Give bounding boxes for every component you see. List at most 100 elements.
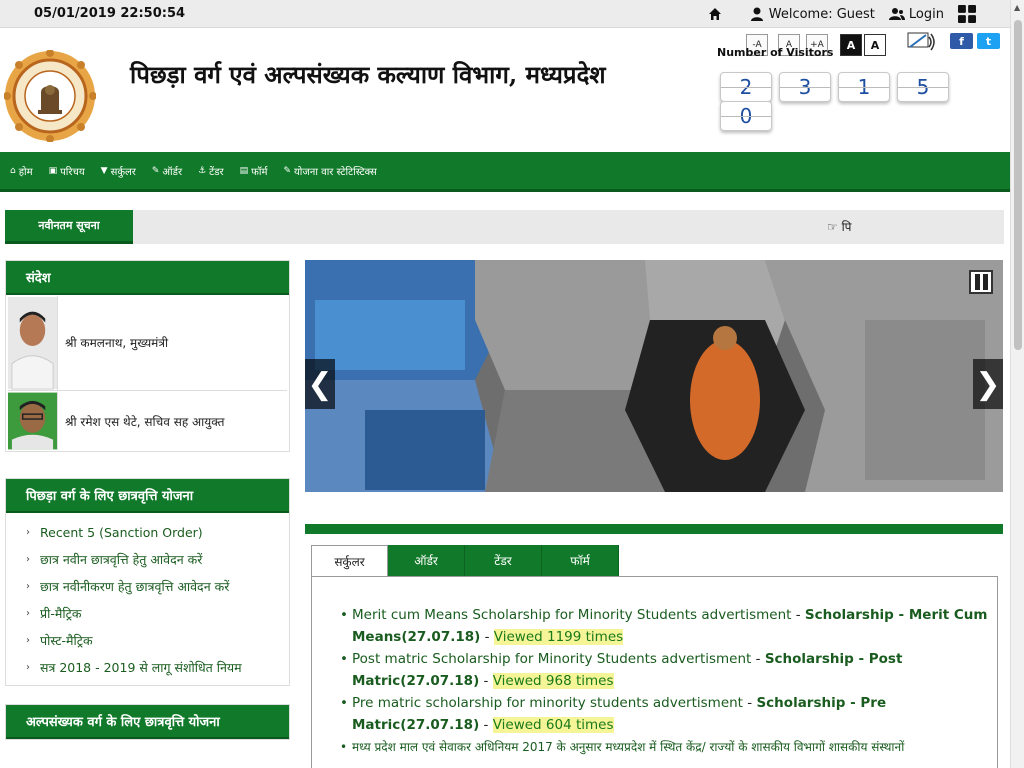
obc-scholarship-panel: पिछड़ा वर्ग के लिए छात्रवृत्ति योजना › Re… xyxy=(5,478,290,686)
left-sidebar: संदेश श्री कमलनाथ, मुख्यमंत्री श्री रमेश… xyxy=(5,260,290,752)
visitor-digit: 3 xyxy=(779,72,831,102)
list-item: मध्य प्रदेश माल एवं सेवाकर अधिनियम 2017 … xyxy=(340,736,992,758)
chevron-right-icon: › xyxy=(26,608,30,619)
slider-image xyxy=(305,260,1003,492)
latest-news-bar: नवीनतम सूचना ☞ पि xyxy=(5,210,1004,244)
grid-menu-icon[interactable] xyxy=(958,5,976,23)
view-count: Viewed 604 times xyxy=(492,717,614,733)
person-photo xyxy=(8,295,58,390)
nav-item-label: होम xyxy=(18,166,33,178)
person-photo xyxy=(8,392,58,450)
nav-item-circular[interactable]: ▼ सर्कुलर xyxy=(101,164,136,178)
latest-news-tag: नवीनतम सूचना xyxy=(5,210,133,244)
image-slider: ❮ ❯ xyxy=(305,260,1003,492)
circular-list: Merit cum Means Scholarship for Minority… xyxy=(340,604,992,758)
scroll-up-icon[interactable]: ▲ xyxy=(1014,3,1020,12)
panel-title: संदेश xyxy=(6,261,289,295)
separator: - xyxy=(484,629,494,645)
obc-scholarship-list: › Recent 5 (Sanction Order) › छात्र नवीन छ… xyxy=(6,513,289,685)
top-right-links: Welcome: Guest Login xyxy=(707,5,976,23)
slider-next-button[interactable]: ❯ xyxy=(973,359,1003,409)
nav-item-form[interactable]: ▤ फॉर्म xyxy=(240,164,268,178)
visitors-label: Number of Visitors xyxy=(717,46,834,59)
circular-title[interactable]: Post matric Scholarship for Minority Stu… xyxy=(352,651,751,667)
nav-item-tender[interactable]: ⚓ टेंडर xyxy=(198,164,224,178)
normal-contrast-button[interactable]: A xyxy=(864,34,886,56)
separator: - xyxy=(795,607,805,623)
list-item-label: पोस्ट-मैट्रिक xyxy=(40,633,93,648)
list-item: Post matric Scholarship for Minority Stu… xyxy=(340,648,992,692)
high-contrast-button[interactable]: A xyxy=(840,34,862,56)
top-bar: 05/01/2019 22:50:54 Welcome: Guest Login xyxy=(0,0,1010,28)
nav-item-statistics[interactable]: ✎ योजना वार स्टेटिस्टिक्स xyxy=(283,164,376,178)
tab-form[interactable]: फॉर्म xyxy=(542,545,619,576)
list-item-label: प्री-मैट्रिक xyxy=(40,606,82,621)
circular-title[interactable]: मध्य प्रदेश माल एवं सेवाकर अधिनियम 2017 … xyxy=(352,740,904,754)
nav-item-label: फॉर्म xyxy=(251,166,268,178)
list-item[interactable]: › प्री-मैट्रिक xyxy=(6,600,289,627)
list-item[interactable]: › पोस्ट-मैट्रिक xyxy=(6,627,289,654)
circular-title[interactable]: Pre matric scholarship for minority stud… xyxy=(352,695,743,711)
list-item-label: छात्र नवीनीकरण हेतु छात्रवृत्ति आवेदन कर… xyxy=(40,579,230,594)
view-count: Viewed 968 times xyxy=(492,673,614,689)
list-item[interactable]: › Recent 5 (Sanction Order) xyxy=(6,519,289,546)
scrollbar-thumb[interactable] xyxy=(1014,20,1022,350)
datetime: 05/01/2019 22:50:54 xyxy=(34,6,186,21)
nav-item-home[interactable]: ⌂ होम xyxy=(10,164,33,178)
main-nav: ⌂ होम ▣ परिचय ▼ सर्कुलर ✎ ऑर्डर ⚓ टेंडर ▤ फॉर्… xyxy=(0,152,1010,192)
welcome-text: Welcome: Guest xyxy=(768,6,875,22)
form-icon: ▤ xyxy=(239,165,249,176)
mp-emblem-logo xyxy=(4,50,96,142)
pause-bar xyxy=(974,274,980,290)
nav-item-order[interactable]: ✎ ऑर्डर xyxy=(152,164,182,178)
nav-item-label: ऑर्डर xyxy=(162,166,183,178)
login-users-icon[interactable] xyxy=(888,6,905,22)
tab-order[interactable]: ऑर्डर xyxy=(388,545,465,576)
screen-reader-icon[interactable] xyxy=(907,31,937,53)
anchor-icon: ⚓ xyxy=(198,165,207,176)
list-item-label: सत्र 2018 - 2019 से लागू संशोधित नियम xyxy=(40,660,242,675)
minority-scholarship-panel: अल्पसंख्यक वर्ग के लिए छात्रवृत्ति योजना xyxy=(5,704,290,740)
list-item[interactable]: › छात्र नवीनीकरण हेतु छात्रवृत्ति आवेदन क… xyxy=(6,573,289,600)
news-ticker-text: पि xyxy=(841,220,852,234)
view-count: Viewed 1199 times xyxy=(493,629,624,645)
nav-item-introduction[interactable]: ▣ परिचय xyxy=(49,164,85,178)
list-item[interactable]: › सत्र 2018 - 2019 से लागू संशोधित नियम xyxy=(6,654,289,681)
separator: - xyxy=(483,673,493,689)
news-ticker[interactable]: ☞ पि xyxy=(827,218,852,235)
nav-item-label: योजना वार स्टेटिस्टिक्स xyxy=(294,166,377,178)
filter-icon: ▼ xyxy=(100,165,108,176)
site-header: पिछड़ा वर्ग एवं अल्पसंख्यक कल्याण विभाग,… xyxy=(0,28,1010,152)
hand-point-icon: ☞ xyxy=(827,220,842,234)
page-scrollbar[interactable]: ▲ xyxy=(1010,0,1024,768)
twitter-icon[interactable]: t xyxy=(977,33,1000,49)
list-item-label: छात्र नवीन छात्रवृत्ति हेतु आवेदन करें xyxy=(40,552,203,567)
tab-tender[interactable]: टेंडर xyxy=(465,545,542,576)
pencil-icon: ✎ xyxy=(151,165,160,176)
id-card-icon: ▣ xyxy=(48,165,58,176)
list-item[interactable]: › छात्र नवीन छात्रवृत्ति हेतु आवेदन करें xyxy=(6,546,289,573)
visitor-digit: 2 xyxy=(720,72,772,102)
login-link[interactable]: Login xyxy=(909,7,944,22)
circular-title[interactable]: Merit cum Means Scholarship for Minority… xyxy=(352,607,791,623)
visitor-digit: 5 xyxy=(897,72,949,102)
pause-bar xyxy=(982,274,988,290)
separator: - xyxy=(755,651,765,667)
person-card[interactable]: श्री कमलनाथ, मुख्यमंत्री xyxy=(8,295,287,391)
home-icon[interactable] xyxy=(707,6,723,22)
slider-prev-button[interactable]: ❮ xyxy=(305,359,335,409)
visitor-digit: 0 xyxy=(720,101,772,131)
nav-item-label: सर्कुलर xyxy=(110,166,136,178)
slider-pause-button[interactable] xyxy=(969,270,993,294)
person-card[interactable]: श्री रमेश एस थेटे, सचिव सह आयुक्त xyxy=(8,391,287,451)
content-tabs: सर्कुलर ऑर्डर टेंडर फॉर्म xyxy=(311,545,619,576)
home-icon: ⌂ xyxy=(10,165,16,176)
pencil-icon: ✎ xyxy=(283,165,291,176)
facebook-icon[interactable]: f xyxy=(950,33,973,49)
person-name: श्री कमलनाथ, मुख्यमंत्री xyxy=(65,336,169,350)
visitor-digit: 1 xyxy=(838,72,890,102)
chevron-right-icon: › xyxy=(26,662,30,673)
chevron-right-icon: › xyxy=(26,635,30,646)
tab-circular[interactable]: सर्कुलर xyxy=(311,545,388,576)
message-panel: संदेश श्री कमलनाथ, मुख्यमंत्री श्री रमेश… xyxy=(5,260,290,452)
